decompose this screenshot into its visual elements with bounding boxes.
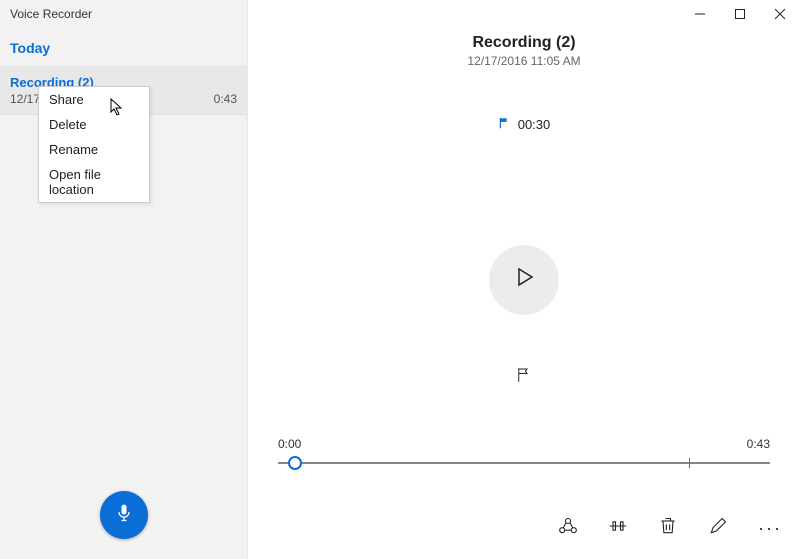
ellipsis-icon: ··· (758, 518, 782, 538)
context-menu-share[interactable]: Share (39, 87, 149, 112)
pencil-icon (708, 523, 728, 540)
bottom-toolbar: ··· (558, 516, 782, 541)
trim-button[interactable] (608, 516, 628, 541)
marker-indicator[interactable]: 00:30 (248, 116, 800, 133)
context-menu: Share Delete Rename Open file location (38, 86, 150, 203)
timeline-marker-tick (689, 458, 690, 468)
marker-time: 00:30 (518, 117, 551, 132)
trim-icon (608, 523, 628, 540)
playback-timeline[interactable]: 0:00 0:43 (278, 437, 770, 471)
context-menu-open-location[interactable]: Open file location (39, 162, 149, 202)
minimize-button[interactable] (680, 0, 720, 28)
timeline-end-label: 0:43 (747, 437, 770, 451)
more-button[interactable]: ··· (758, 518, 782, 539)
delete-button[interactable] (658, 516, 678, 541)
share-button[interactable] (558, 516, 578, 541)
play-icon (512, 265, 536, 294)
close-button[interactable] (760, 0, 800, 28)
add-marker-button[interactable] (515, 366, 533, 389)
sidebar: Today Recording (2) 12/17/ 0:43 Share De… (0, 0, 248, 559)
recording-item-duration: 0:43 (214, 92, 237, 106)
window-controls (680, 0, 800, 28)
context-menu-delete[interactable]: Delete (39, 112, 149, 137)
flag-outline-icon (515, 371, 533, 388)
share-icon (558, 523, 578, 540)
sidebar-section-header: Today (0, 28, 247, 67)
play-button[interactable] (489, 245, 559, 315)
timeline-thumb[interactable] (288, 456, 302, 470)
app-title: Voice Recorder (0, 7, 92, 21)
record-button[interactable] (100, 491, 148, 539)
maximize-button[interactable] (720, 0, 760, 28)
title-bar: Voice Recorder (0, 0, 800, 28)
main-pane: Recording (2) 12/17/2016 11:05 AM 00:30 … (248, 0, 800, 559)
timeline-line (278, 462, 770, 464)
recording-datetime: 12/17/2016 11:05 AM (248, 54, 800, 68)
recording-title: Recording (2) (248, 34, 800, 52)
trash-icon (658, 523, 678, 540)
flag-icon (498, 116, 512, 133)
timeline-start-label: 0:00 (278, 437, 301, 451)
context-menu-rename[interactable]: Rename (39, 137, 149, 162)
timeline-track[interactable] (278, 455, 770, 471)
microphone-icon (114, 503, 134, 528)
rename-button[interactable] (708, 516, 728, 541)
